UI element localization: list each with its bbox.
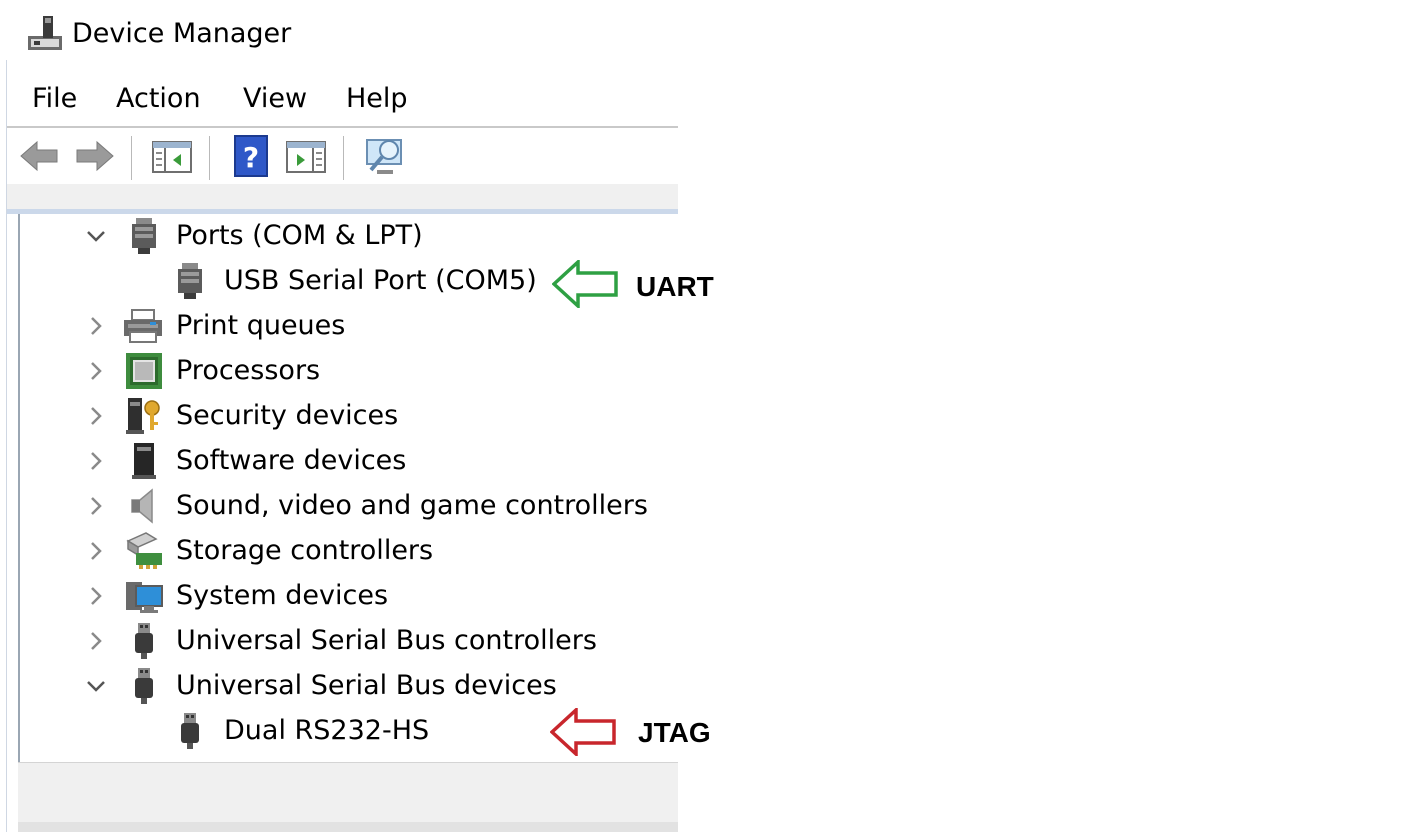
- menu-help[interactable]: Help: [346, 80, 408, 118]
- tree-item-processors[interactable]: Processors: [20, 349, 660, 393]
- menu-file[interactable]: File: [32, 80, 77, 118]
- tree-item-label: Universal Serial Bus controllers: [176, 625, 597, 656]
- chevron-down-icon[interactable]: [84, 674, 108, 698]
- uart-label: UART: [636, 271, 714, 302]
- toolbar-separator: [209, 136, 210, 180]
- action-pane-icon[interactable]: [285, 134, 329, 178]
- tree-item-label: Storage controllers: [176, 535, 434, 566]
- tree-item-label: USB Serial Port (COM5): [224, 265, 537, 296]
- tree-item-label: Ports (COM & LPT): [176, 220, 423, 251]
- uart-arrow-icon: [552, 260, 618, 308]
- tree-item-usb-devices[interactable]: Universal Serial Bus devices: [20, 664, 660, 708]
- chevron-right-icon[interactable]: [84, 584, 108, 608]
- help-icon[interactable]: ?: [229, 134, 273, 178]
- chevron-right-icon[interactable]: [84, 404, 108, 428]
- menu-bar: File Action View Help: [7, 76, 678, 122]
- chevron-right-icon[interactable]: [84, 494, 108, 518]
- tree-item-label: Software devices: [176, 445, 407, 476]
- show-hide-console-tree-icon[interactable]: [151, 134, 195, 178]
- tree-item-system-devices[interactable]: System devices: [20, 574, 660, 618]
- system-devices-icon: [126, 582, 163, 613]
- tree-item-label: Processors: [176, 355, 321, 386]
- tree-item-label: Print queues: [176, 310, 346, 341]
- chevron-right-icon[interactable]: [84, 449, 108, 473]
- menu-action[interactable]: Action: [116, 80, 201, 118]
- port-connector-icon: [178, 263, 202, 299]
- processor-chip-icon: [126, 353, 162, 389]
- arrow-shape: [550, 708, 616, 756]
- jtag-label: JTAG: [638, 717, 711, 748]
- chevron-right-icon[interactable]: [84, 359, 108, 383]
- tree-item-security-devices[interactable]: Security devices: [20, 394, 660, 438]
- menu-view[interactable]: View: [243, 80, 307, 118]
- storage-controller-icon: [126, 532, 162, 569]
- usb-plug-icon: [135, 623, 153, 659]
- tree-item-label: Sound, video and game controllers: [176, 490, 648, 521]
- chevron-right-icon[interactable]: [84, 539, 108, 563]
- chevron-right-icon[interactable]: [84, 314, 108, 338]
- tree-item-label: Dual RS232-HS: [224, 715, 430, 746]
- chevron-right-icon[interactable]: [84, 629, 108, 653]
- tree-item-label: Universal Serial Bus devices: [176, 670, 557, 701]
- tree-item-sound-video-game[interactable]: Sound, video and game controllers: [20, 484, 660, 528]
- tree-item-ports[interactable]: Ports (COM & LPT): [20, 214, 660, 258]
- window-title: Device Manager: [72, 18, 292, 49]
- toolbar-separator: [131, 136, 132, 180]
- status-bar: [18, 762, 678, 823]
- jtag-arrow-icon: [550, 708, 616, 756]
- printer-icon: [124, 309, 162, 343]
- tree-item-storage-controllers[interactable]: Storage controllers: [20, 529, 660, 573]
- tree-item-label: System devices: [176, 580, 389, 611]
- speaker-icon: [131, 488, 153, 524]
- back-arrow-icon[interactable]: [17, 134, 61, 178]
- usb-plug-icon: [181, 713, 199, 749]
- tree-item-usb-controllers[interactable]: Universal Serial Bus controllers: [20, 619, 660, 663]
- toolbar: ?: [7, 128, 678, 184]
- scan-hardware-icon[interactable]: [363, 134, 407, 178]
- software-device-icon: [132, 443, 156, 479]
- device-manager-icon: [28, 16, 62, 50]
- usb-plug-icon: [135, 668, 153, 704]
- title-bar: Device Manager: [0, 0, 678, 66]
- tree-item-print-queues[interactable]: Print queues: [20, 304, 660, 348]
- arrow-shape: [552, 260, 618, 308]
- svg-text:?: ?: [243, 141, 259, 174]
- port-connector-icon: [132, 218, 156, 254]
- chevron-down-icon[interactable]: [84, 224, 108, 248]
- tree-item-software-devices[interactable]: Software devices: [20, 439, 660, 483]
- forward-arrow-icon[interactable]: [73, 134, 117, 178]
- security-key-icon: [126, 398, 160, 434]
- toolbar-bottom-band: [7, 184, 678, 214]
- tree-item-label: Security devices: [176, 400, 399, 431]
- window-bottom-edge: [18, 822, 678, 832]
- toolbar-separator: [343, 136, 344, 180]
